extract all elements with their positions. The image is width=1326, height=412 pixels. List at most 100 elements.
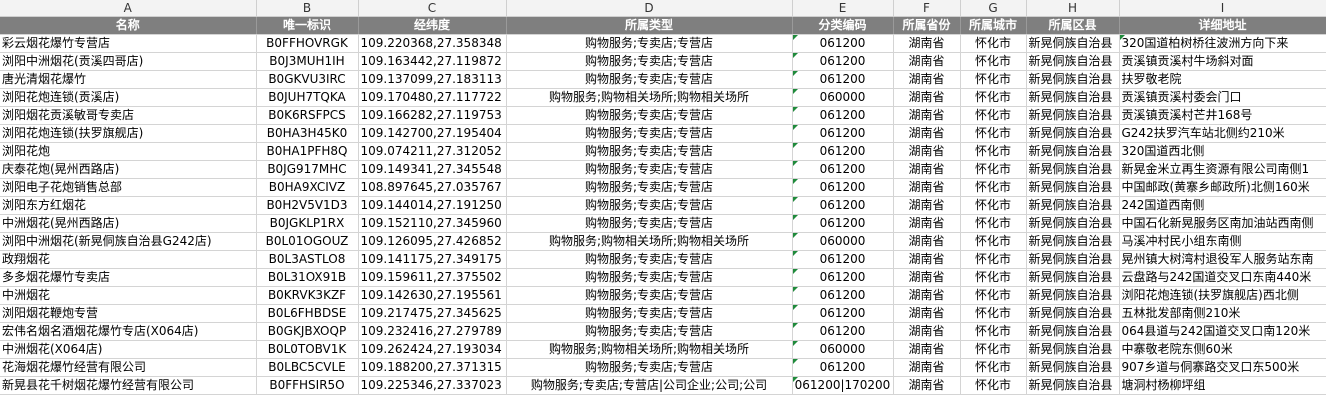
header-cell-type[interactable]: 所属类型: [506, 16, 793, 35]
cell-address[interactable]: 064县道与242国道交叉口南120米: [1119, 322, 1326, 341]
cell-county[interactable]: 新晃侗族自治县: [1026, 214, 1120, 233]
cell-city[interactable]: 怀化市: [960, 52, 1027, 71]
cell-address[interactable]: 中国石化新晃服务区南加油站西南侧: [1119, 214, 1326, 233]
cell-county[interactable]: 新晃侗族自治县: [1026, 322, 1120, 341]
cell-city[interactable]: 怀化市: [960, 88, 1027, 107]
cell-county[interactable]: 新晃侗族自治县: [1026, 358, 1120, 377]
cell-name[interactable]: 浏阳烟花贡溪敏哥专卖店: [0, 106, 257, 125]
cell-id[interactable]: B0GKJBXOQP: [256, 322, 359, 341]
cell-county[interactable]: 新晃侗族自治县: [1026, 142, 1120, 161]
cell-id[interactable]: B0GKVU3IRC: [256, 70, 359, 89]
cell-code[interactable]: 060000: [792, 232, 894, 251]
cell-address[interactable]: 贡溪镇贡溪村委会门口: [1119, 88, 1326, 107]
column-header-C[interactable]: C: [358, 0, 507, 17]
cell-city[interactable]: 怀化市: [960, 196, 1027, 215]
cell-province[interactable]: 湖南省: [893, 268, 961, 287]
cell-coords[interactable]: 109.163442,27.119872: [358, 52, 507, 71]
cell-id[interactable]: B0J3MUH1IH: [256, 52, 359, 71]
cell-city[interactable]: 怀化市: [960, 34, 1027, 53]
cell-address[interactable]: 马溪冲村民小组东南侧: [1119, 232, 1326, 251]
cell-type[interactable]: 购物服务;专卖店;专营店: [506, 286, 793, 305]
cell-name[interactable]: 唐光清烟花爆竹: [0, 70, 257, 89]
cell-address[interactable]: 242国道西南侧: [1119, 196, 1326, 215]
cell-coords[interactable]: 109.217475,27.345625: [358, 304, 507, 323]
cell-type[interactable]: 购物服务;专卖店;专营店|公司企业;公司;公司: [506, 376, 793, 395]
cell-id[interactable]: B0HA9XCIVZ: [256, 178, 359, 197]
cell-city[interactable]: 怀化市: [960, 232, 1027, 251]
cell-type[interactable]: 购物服务;专卖店;专营店: [506, 70, 793, 89]
cell-type[interactable]: 购物服务;专卖店;专营店: [506, 358, 793, 377]
cell-type[interactable]: 购物服务;专卖店;专营店: [506, 196, 793, 215]
cell-id[interactable]: B0KRVK3KZF: [256, 286, 359, 305]
cell-name[interactable]: 浏阳花炮: [0, 142, 257, 161]
cell-name[interactable]: 浏阳烟花鞭炮专营: [0, 304, 257, 323]
cell-city[interactable]: 怀化市: [960, 376, 1027, 395]
cell-id[interactable]: B0JUH7TQKA: [256, 88, 359, 107]
cell-name[interactable]: 宏伟名烟名酒烟花爆竹专店(X064店): [0, 322, 257, 341]
cell-id[interactable]: B0H2V5V1D3: [256, 196, 359, 215]
cell-coords[interactable]: 109.232416,27.279789: [358, 322, 507, 341]
cell-province[interactable]: 湖南省: [893, 286, 961, 305]
cell-city[interactable]: 怀化市: [960, 304, 1027, 323]
cell-coords[interactable]: 109.166282,27.119753: [358, 106, 507, 125]
cell-address[interactable]: 云盘路与242国道交叉口东南440米: [1119, 268, 1326, 287]
cell-city[interactable]: 怀化市: [960, 142, 1027, 161]
cell-province[interactable]: 湖南省: [893, 358, 961, 377]
header-cell-id[interactable]: 唯一标识: [256, 16, 359, 35]
cell-code[interactable]: 061200: [792, 358, 894, 377]
cell-name[interactable]: 浏阳花炮连锁(贡溪店): [0, 88, 257, 107]
cell-id[interactable]: B0FFHOVRGK: [256, 34, 359, 53]
cell-type[interactable]: 购物服务;专卖店;专营店: [506, 106, 793, 125]
cell-province[interactable]: 湖南省: [893, 52, 961, 71]
cell-name[interactable]: 浏阳花炮连锁(扶罗旗舰店): [0, 124, 257, 143]
cell-county[interactable]: 新晃侗族自治县: [1026, 160, 1120, 179]
cell-county[interactable]: 新晃侗族自治县: [1026, 52, 1120, 71]
cell-type[interactable]: 购物服务;专卖店;专营店: [506, 178, 793, 197]
cell-county[interactable]: 新晃侗族自治县: [1026, 268, 1120, 287]
cell-county[interactable]: 新晃侗族自治县: [1026, 124, 1120, 143]
cell-name[interactable]: 新晃县花千树烟花爆竹经营有限公司: [0, 376, 257, 395]
column-header-B[interactable]: B: [256, 0, 359, 17]
cell-city[interactable]: 怀化市: [960, 70, 1027, 89]
cell-id[interactable]: B0K6RSFPCS: [256, 106, 359, 125]
cell-county[interactable]: 新晃侗族自治县: [1026, 340, 1120, 359]
cell-type[interactable]: 购物服务;专卖店;专营店: [506, 322, 793, 341]
cell-id[interactable]: B0L31OX91B: [256, 268, 359, 287]
cell-province[interactable]: 湖南省: [893, 178, 961, 197]
cell-code[interactable]: 061200: [792, 250, 894, 269]
cell-coords[interactable]: 108.897645,27.035767: [358, 178, 507, 197]
cell-coords[interactable]: 109.142700,27.195404: [358, 124, 507, 143]
cell-city[interactable]: 怀化市: [960, 124, 1027, 143]
cell-id[interactable]: B0LBC5CVLE: [256, 358, 359, 377]
cell-name[interactable]: 浏阳中洲烟花(新晃侗族自治县G242店): [0, 232, 257, 251]
cell-province[interactable]: 湖南省: [893, 106, 961, 125]
cell-county[interactable]: 新晃侗族自治县: [1026, 250, 1120, 269]
cell-coords[interactable]: 109.220368,27.358348: [358, 34, 507, 53]
cell-id[interactable]: B0L6FHBDSE: [256, 304, 359, 323]
cell-province[interactable]: 湖南省: [893, 340, 961, 359]
cell-province[interactable]: 湖南省: [893, 232, 961, 251]
cell-id[interactable]: B0L3ASTLO8: [256, 250, 359, 269]
cell-code[interactable]: 061200: [792, 322, 894, 341]
cell-id[interactable]: B0JGKLP1RX: [256, 214, 359, 233]
cell-county[interactable]: 新晃侗族自治县: [1026, 34, 1120, 53]
cell-name[interactable]: 浏阳电子花炮销售总部: [0, 178, 257, 197]
cell-type[interactable]: 购物服务;专卖店;专营店: [506, 250, 793, 269]
header-cell-name[interactable]: 名称: [0, 16, 257, 35]
cell-name[interactable]: 中洲烟花(晃州西路店): [0, 214, 257, 233]
cell-county[interactable]: 新晃侗族自治县: [1026, 286, 1120, 305]
cell-coords[interactable]: 109.149341,27.345548: [358, 160, 507, 179]
cell-type[interactable]: 购物服务;购物相关场所;购物相关场所: [506, 340, 793, 359]
cell-address[interactable]: 320国道西北侧: [1119, 142, 1326, 161]
cell-city[interactable]: 怀化市: [960, 160, 1027, 179]
cell-code[interactable]: 061200: [792, 196, 894, 215]
cell-id[interactable]: B0L01OGOUZ: [256, 232, 359, 251]
cell-name[interactable]: 浏阳东方红烟花: [0, 196, 257, 215]
header-cell-county[interactable]: 所属区县: [1026, 16, 1120, 35]
column-header-D[interactable]: D: [506, 0, 793, 17]
cell-name[interactable]: 中洲烟花(X064店): [0, 340, 257, 359]
cell-county[interactable]: 新晃侗族自治县: [1026, 232, 1120, 251]
cell-province[interactable]: 湖南省: [893, 196, 961, 215]
cell-type[interactable]: 购物服务;购物相关场所;购物相关场所: [506, 232, 793, 251]
header-cell-city[interactable]: 所属城市: [960, 16, 1027, 35]
